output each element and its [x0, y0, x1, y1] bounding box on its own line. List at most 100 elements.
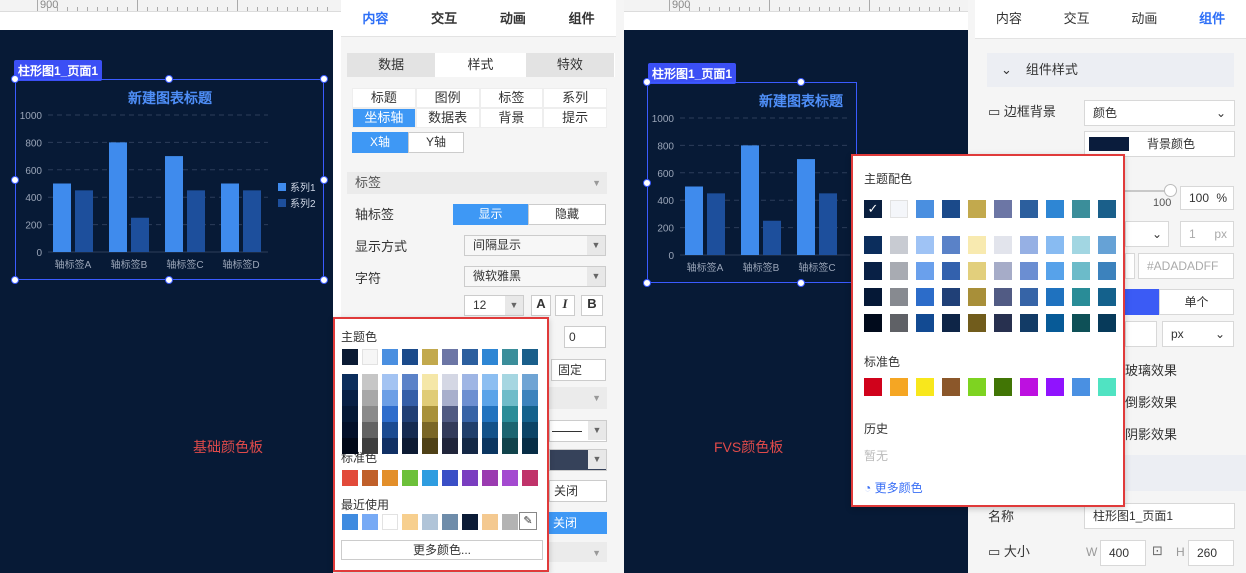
theme-shade-swatch[interactable] [968, 236, 986, 254]
style-legend[interactable]: 图例 [415, 88, 480, 108]
theme-shade-swatch[interactable] [462, 374, 478, 390]
theme-shade-swatch[interactable] [442, 406, 458, 422]
bar[interactable] [53, 183, 71, 253]
standard-color-swatch[interactable] [942, 378, 960, 396]
standard-color-swatch[interactable] [382, 470, 398, 486]
border-bg-select[interactable]: 颜色 ⌄ [1084, 100, 1235, 126]
theme-scheme-swatch[interactable] [916, 200, 934, 218]
standard-color-swatch[interactable] [1098, 378, 1116, 396]
theme-color-swatch[interactable] [362, 349, 378, 365]
theme-shade-swatch[interactable] [402, 438, 418, 454]
style-label[interactable]: 标签 [479, 88, 544, 108]
standard-color-swatch[interactable] [342, 470, 358, 486]
theme-shade-swatch[interactable] [942, 314, 960, 332]
recent-color-swatch[interactable] [502, 514, 518, 530]
theme-shade-swatch[interactable] [522, 438, 538, 454]
theme-scheme-swatch[interactable]: ✓ [864, 200, 882, 218]
hex-input[interactable]: #ADADADFF [1138, 253, 1234, 279]
theme-shade-swatch[interactable] [422, 406, 438, 422]
subtab-style[interactable]: 样式 [436, 53, 526, 77]
theme-shade-swatch[interactable] [342, 406, 358, 422]
subtab-data[interactable]: 数据 [347, 53, 437, 77]
standard-color-swatch[interactable] [1046, 378, 1064, 396]
tab-interaction[interactable]: 交互 [1043, 0, 1111, 38]
theme-shade-swatch[interactable] [362, 406, 378, 422]
theme-shade-swatch[interactable] [994, 314, 1012, 332]
theme-shade-swatch[interactable] [482, 390, 498, 406]
theme-shade-swatch[interactable] [442, 422, 458, 438]
width-input[interactable]: 400 [1100, 540, 1146, 566]
theme-shade-swatch[interactable] [864, 236, 882, 254]
theme-scheme-swatch[interactable] [1020, 200, 1038, 218]
theme-shade-swatch[interactable] [916, 236, 934, 254]
theme-shade-swatch[interactable] [1072, 262, 1090, 280]
theme-shade-swatch[interactable] [942, 236, 960, 254]
theme-color-swatch[interactable] [382, 349, 398, 365]
theme-shade-swatch[interactable] [462, 390, 478, 406]
theme-shade-swatch[interactable] [994, 236, 1012, 254]
tab-component[interactable]: 组件 [547, 0, 616, 36]
theme-color-swatch[interactable] [422, 349, 438, 365]
style-background[interactable]: 背景 [479, 108, 544, 128]
theme-color-swatch[interactable] [482, 349, 498, 365]
style-datatable[interactable]: 数据表 [415, 108, 480, 128]
theme-shade-swatch[interactable] [890, 262, 908, 280]
border-style-select[interactable]: ⌄ [1125, 221, 1169, 247]
theme-scheme-swatch[interactable] [1072, 200, 1090, 218]
border-width-input[interactable]: 1 px [1180, 221, 1234, 247]
bar[interactable] [763, 220, 781, 255]
bar[interactable] [109, 142, 127, 252]
resize-handle[interactable] [320, 75, 328, 83]
theme-shade-swatch[interactable] [1098, 262, 1116, 280]
theme-shade-swatch[interactable] [502, 390, 518, 406]
theme-shade-swatch[interactable] [342, 422, 358, 438]
standard-color-swatch[interactable] [994, 378, 1012, 396]
theme-shade-swatch[interactable] [1098, 236, 1116, 254]
theme-shade-swatch[interactable] [442, 438, 458, 454]
standard-color-swatch[interactable] [502, 470, 518, 486]
close-toggle-1[interactable]: 关闭 [549, 480, 607, 502]
theme-shade-swatch[interactable] [1020, 262, 1038, 280]
theme-shade-swatch[interactable] [916, 314, 934, 332]
radius-all-button[interactable] [1125, 289, 1159, 315]
recent-color-swatch[interactable] [382, 514, 398, 530]
theme-shade-swatch[interactable] [462, 422, 478, 438]
theme-color-swatch[interactable] [462, 349, 478, 365]
resize-handle[interactable] [11, 75, 19, 83]
theme-color-swatch[interactable] [442, 349, 458, 365]
theme-shade-swatch[interactable] [968, 314, 986, 332]
theme-color-swatch[interactable] [522, 349, 538, 365]
close-toggle-2[interactable]: 关闭 [549, 512, 607, 534]
theme-shade-swatch[interactable] [482, 374, 498, 390]
theme-shade-swatch[interactable] [442, 390, 458, 406]
standard-color-swatch[interactable] [482, 470, 498, 486]
line-style-select[interactable]: ▼ [549, 420, 607, 442]
component-style-section[interactable]: ⌄ 组件样式 [987, 53, 1234, 87]
display-mode-select[interactable]: 间隔显示 ▼ [464, 235, 606, 256]
theme-shade-swatch[interactable] [422, 422, 438, 438]
bar[interactable] [741, 145, 759, 255]
resize-handle[interactable] [797, 78, 805, 86]
standard-color-swatch[interactable] [362, 470, 378, 486]
theme-shade-swatch[interactable] [502, 406, 518, 422]
theme-shade-swatch[interactable] [462, 438, 478, 454]
tab-animation[interactable]: 动画 [1111, 0, 1179, 38]
theme-shade-swatch[interactable] [362, 422, 378, 438]
theme-shade-swatch[interactable] [994, 288, 1012, 306]
theme-shade-swatch[interactable] [522, 374, 538, 390]
number-stepper[interactable]: 0 [564, 326, 606, 348]
theme-shade-swatch[interactable] [382, 374, 398, 390]
bar[interactable] [165, 156, 183, 252]
theme-shade-swatch[interactable] [502, 422, 518, 438]
bold-button[interactable]: B [581, 295, 603, 316]
standard-color-swatch[interactable] [522, 470, 538, 486]
resize-handle[interactable] [643, 78, 651, 86]
show-button[interactable]: 显示 [453, 204, 528, 225]
standard-color-swatch[interactable] [462, 470, 478, 486]
lock-icon[interactable]: ⊡ [1152, 543, 1163, 559]
font-size-select[interactable]: 12 ▼ [464, 295, 524, 316]
y-axis-button[interactable]: Y轴 [408, 132, 464, 153]
theme-shade-swatch[interactable] [890, 314, 908, 332]
theme-shade-swatch[interactable] [502, 374, 518, 390]
standard-color-swatch[interactable] [402, 470, 418, 486]
